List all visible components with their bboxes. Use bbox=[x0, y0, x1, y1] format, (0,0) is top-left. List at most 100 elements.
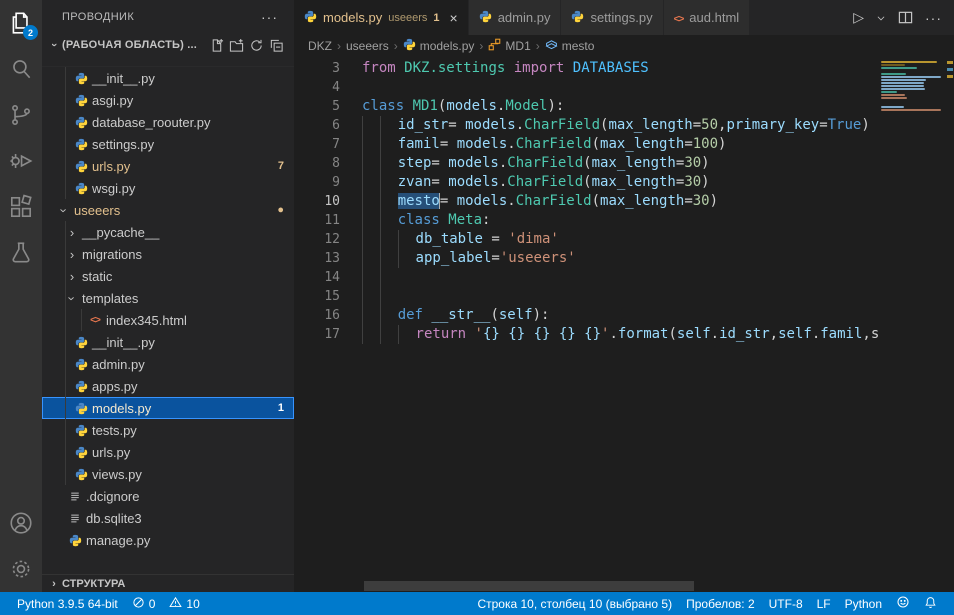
status-left: Python 3.9.5 64-bit010 bbox=[10, 596, 207, 612]
tab-admin-py[interactable]: admin.py bbox=[469, 0, 562, 35]
code-line-16[interactable]: 16def __str__(self): bbox=[294, 306, 878, 325]
code-token: models bbox=[448, 155, 499, 171]
status-python-item[interactable]: Python bbox=[838, 597, 889, 611]
code-line-17[interactable]: 17return '{} {} {} {} {}'.format(self.id… bbox=[294, 325, 878, 344]
code-token: app_label bbox=[416, 250, 492, 266]
code-line-4[interactable]: 4 bbox=[294, 78, 878, 97]
indent-guide bbox=[362, 230, 380, 249]
tree-item-label: asgi.py bbox=[90, 93, 294, 108]
code-line-11[interactable]: 11class Meta: bbox=[294, 211, 878, 230]
breadcrumb-item-md1[interactable]: MD1 bbox=[488, 38, 530, 54]
code-line-3[interactable]: 3from DKZ.settings import DATABASES bbox=[294, 59, 878, 78]
code-token: models bbox=[457, 193, 508, 209]
chevron-right-icon: › bbox=[46, 578, 62, 590]
new-file-icon[interactable] bbox=[206, 35, 226, 55]
workspace-section-header[interactable]: › (РАБОЧАЯ ОБЛАСТЬ) ... bbox=[42, 34, 294, 56]
breadcrumb-item-models-py[interactable]: models.py bbox=[403, 38, 475, 54]
error-icon bbox=[132, 596, 145, 612]
tab-aud-html[interactable]: <>aud.html bbox=[664, 0, 751, 35]
tree-item-admin-py[interactable]: admin.py bbox=[42, 353, 294, 375]
status-utf-8-item[interactable]: UTF-8 bbox=[762, 597, 810, 611]
tree-folder-static[interactable]: ›static bbox=[42, 265, 294, 287]
source-control-icon[interactable] bbox=[0, 92, 42, 138]
code-line-12[interactable]: 12db_table = 'dima' bbox=[294, 230, 878, 249]
indent-guide bbox=[398, 230, 416, 249]
explorer-icon[interactable]: 2 bbox=[0, 0, 42, 46]
status-text: LF bbox=[817, 597, 831, 611]
tree-item--dcignore[interactable]: .dcignore bbox=[42, 485, 294, 507]
tree-item-wsgi-py[interactable]: wsgi.py bbox=[42, 177, 294, 199]
refresh-icon[interactable] bbox=[246, 35, 266, 55]
tree-item-urls-py[interactable]: urls.py bbox=[42, 441, 294, 463]
testing-icon[interactable] bbox=[0, 230, 42, 276]
status-lf-item[interactable]: LF bbox=[810, 597, 838, 611]
code-line-13[interactable]: 13app_label='useeers' bbox=[294, 249, 878, 268]
code-line-14[interactable]: 14 bbox=[294, 268, 878, 287]
tree-item-tests-py[interactable]: tests.py bbox=[42, 419, 294, 441]
tree-folder--pycache-[interactable]: ›__pycache__ bbox=[42, 221, 294, 243]
extensions-icon[interactable] bbox=[0, 184, 42, 230]
code-line-6[interactable]: 6id_str= models.CharField(max_length=50,… bbox=[294, 116, 878, 135]
code-line-8[interactable]: 8step= models.CharField(max_length=30) bbox=[294, 154, 878, 173]
tree-item--init-py[interactable]: __init__.py bbox=[42, 331, 294, 353]
split-editor-icon[interactable] bbox=[898, 10, 913, 25]
outline-section[interactable]: › СТРУКТУРА bbox=[42, 574, 294, 592]
new-folder-icon[interactable] bbox=[226, 35, 246, 55]
line-number: 6 bbox=[294, 116, 340, 135]
more-actions-icon[interactable]: ··· bbox=[261, 9, 278, 25]
status-пробелов-item[interactable]: Пробелов: 2 bbox=[679, 597, 762, 611]
editor-more-icon[interactable]: ··· bbox=[925, 10, 942, 26]
horizontal-scrollbar[interactable] bbox=[364, 581, 694, 591]
tree-folder-migrations[interactable]: ›migrations bbox=[42, 243, 294, 265]
breadcrumb-item-dkz[interactable]: DKZ bbox=[308, 39, 332, 53]
tree-item-urls-py[interactable]: urls.py7 bbox=[42, 155, 294, 177]
tree-folder-templates[interactable]: ›templates bbox=[42, 287, 294, 309]
tree-item-models-py[interactable]: models.py1 bbox=[42, 397, 294, 419]
search-icon[interactable] bbox=[0, 46, 42, 92]
tree-item-asgi-py[interactable]: asgi.py bbox=[42, 89, 294, 111]
tree-item-settings-py[interactable]: settings.py bbox=[42, 133, 294, 155]
code-line-9[interactable]: 9zvan= models.CharField(max_length=30) bbox=[294, 173, 878, 192]
status-warning-item[interactable]: 10 bbox=[162, 596, 206, 612]
html-file-icon: <> bbox=[674, 10, 684, 25]
status-python-item[interactable]: Python 3.9.5 64-bit bbox=[10, 597, 125, 611]
run-button[interactable]: ▷ bbox=[853, 9, 864, 26]
breadcrumb-item-mesto[interactable]: mesto bbox=[545, 38, 595, 54]
status-строка-item[interactable]: Строка 10, столбец 10 (выбрано 5) bbox=[470, 597, 679, 611]
run-dropdown-icon[interactable] bbox=[876, 13, 886, 23]
tree-item-db-sqlite3[interactable]: db.sqlite3 bbox=[42, 507, 294, 529]
vertical-scrollbar[interactable] bbox=[944, 57, 954, 592]
tab-models-py[interactable]: models.pyuseeers1× bbox=[294, 0, 469, 35]
run-debug-icon[interactable] bbox=[0, 138, 42, 184]
tree-item-index345-html[interactable]: <>index345.html bbox=[42, 309, 294, 331]
code-editor[interactable]: 3from DKZ.settings import DATABASES45cla… bbox=[294, 57, 878, 592]
code-line-10[interactable]: 10mesto= models.CharField(max_length=30) bbox=[294, 192, 878, 211]
settings-gear-icon[interactable] bbox=[0, 546, 42, 592]
tree-indent-guide bbox=[65, 155, 66, 177]
status-bell-item[interactable] bbox=[917, 596, 944, 612]
code-line-7[interactable]: 7famil= models.CharField(max_length=100) bbox=[294, 135, 878, 154]
collapse-all-icon[interactable] bbox=[266, 35, 286, 55]
code-line-15[interactable]: 15 bbox=[294, 287, 878, 306]
code-token bbox=[525, 326, 533, 342]
tree-item-views-py[interactable]: views.py bbox=[42, 463, 294, 485]
tab-problems-badge: 1 bbox=[433, 12, 439, 24]
tree-indent-guide bbox=[65, 243, 66, 265]
account-icon[interactable] bbox=[0, 500, 42, 546]
breadcrumb-item-useeers[interactable]: useeers bbox=[346, 39, 389, 53]
tree-item-label: useeers bbox=[72, 203, 277, 218]
status-feedback-item[interactable] bbox=[889, 595, 917, 612]
tree-folder-useeers[interactable]: ›useeers● bbox=[42, 199, 294, 221]
status-error-item[interactable]: 0 bbox=[125, 596, 163, 612]
line-number: 17 bbox=[294, 325, 340, 344]
code-line-5[interactable]: 5class MD1(models.Model): bbox=[294, 97, 878, 116]
tree-item-manage-py[interactable]: manage.py bbox=[42, 529, 294, 551]
tab-settings-py[interactable]: settings.py bbox=[561, 0, 663, 35]
close-icon[interactable]: × bbox=[450, 10, 458, 26]
code-token bbox=[505, 60, 513, 76]
tree-item--init-py[interactable]: __init__.py bbox=[42, 67, 294, 89]
tree-item-clipped[interactable] bbox=[42, 56, 294, 67]
minimap[interactable] bbox=[878, 57, 944, 592]
tree-item-database-roouter-py[interactable]: database_roouter.py bbox=[42, 111, 294, 133]
tree-item-apps-py[interactable]: apps.py bbox=[42, 375, 294, 397]
